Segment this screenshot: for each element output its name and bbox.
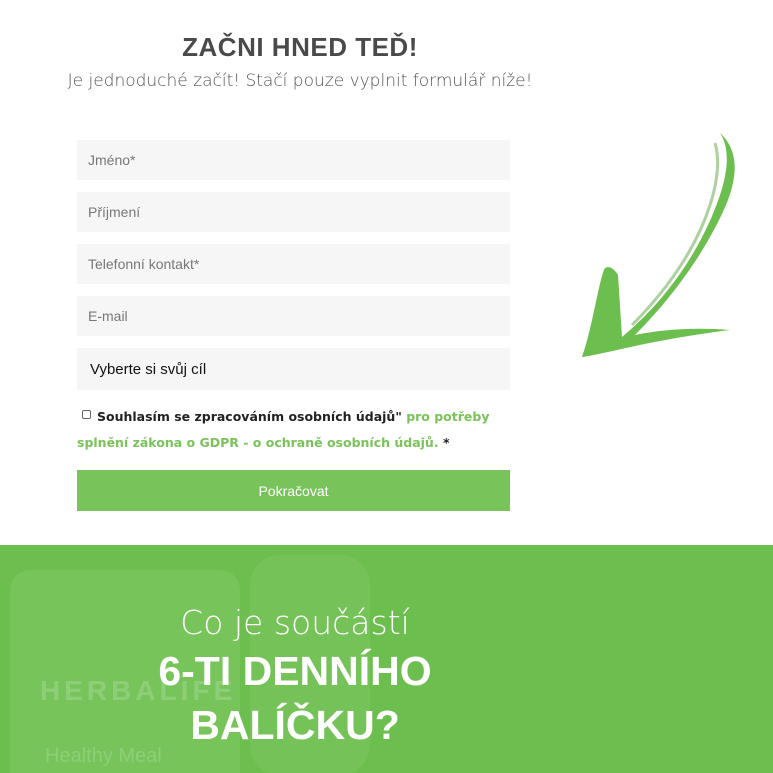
goal-select[interactable]: Vyberte si svůj cíl: [77, 348, 510, 390]
banner-title-line1: 6-TI DENNÍHO: [158, 648, 432, 694]
page-title: ZAČNI HNED TEĎ!: [182, 32, 418, 62]
consent-checkbox[interactable]: [82, 410, 91, 419]
page-subtitle: Je jednoduché začít! Stačí pouze vyplnit…: [67, 71, 533, 91]
required-mark: *: [442, 435, 450, 450]
continue-button[interactable]: Pokračovat: [77, 470, 510, 511]
form-header: ZAČNI HNED TEĎ! Je jednoduché začít! Sta…: [0, 32, 600, 91]
brush-arrow-icon: [582, 133, 735, 357]
package-banner: HERBALIFE Healthy Meal Co je součástí 6-…: [0, 545, 773, 773]
last-name-input[interactable]: Příjmení: [77, 192, 510, 232]
signup-form: Jméno* Příjmení Telefonní kontakt* E-mai…: [77, 140, 510, 511]
phone-input[interactable]: Telefonní kontakt*: [77, 244, 510, 284]
consent-text: Souhlasím se zpracováním osobních údajů": [97, 409, 402, 424]
banner-heading: Co je součástí 6-TI DENNÍHO BALÍČKU?: [0, 603, 590, 750]
first-name-input[interactable]: Jméno*: [77, 140, 510, 180]
gdpr-consent: Souhlasím se zpracováním osobních údajů"…: [77, 404, 510, 456]
email-input[interactable]: E-mail: [77, 296, 510, 336]
banner-title-line2: BALÍČKU?: [190, 702, 400, 748]
banner-subtitle: Co je součástí: [180, 603, 410, 642]
